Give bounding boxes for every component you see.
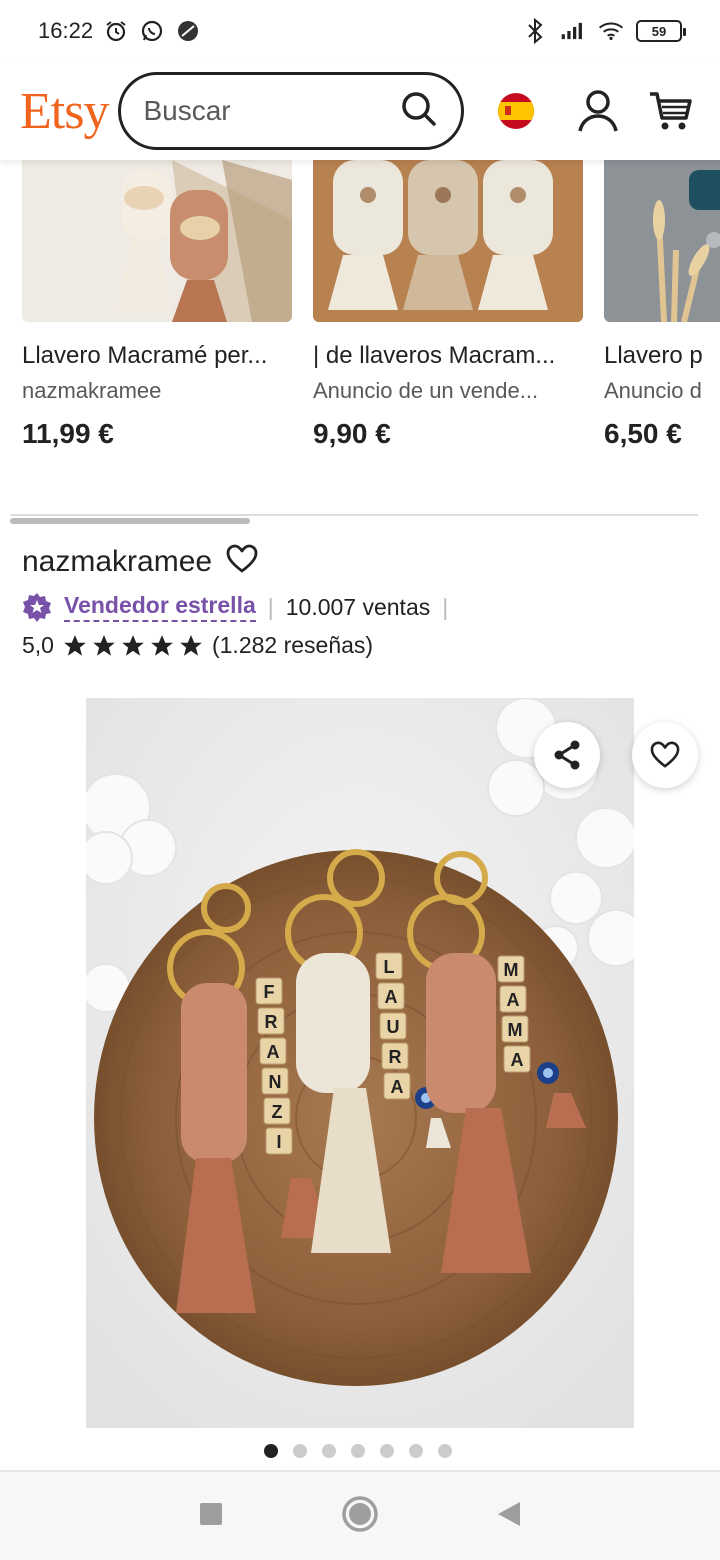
rating-stars [62, 633, 204, 659]
carousel-scrollbar[interactable] [10, 518, 250, 524]
svg-text:A: A [385, 987, 398, 1007]
listing-seller: Anuncio d [604, 378, 702, 403]
status-time: 16:22 [38, 18, 94, 43]
star-icon [151, 634, 173, 656]
separator: | [267, 593, 274, 620]
search-input[interactable]: Buscar [118, 72, 465, 150]
star-icon [93, 634, 115, 656]
pagination-dot[interactable] [293, 1444, 307, 1458]
svg-text:R: R [265, 1012, 278, 1032]
svg-text:F: F [264, 982, 275, 1002]
wifi-icon [598, 18, 624, 44]
pagination-dot[interactable] [409, 1444, 423, 1458]
listing-card[interactable]: Llavero p Anuncio d 6,50 € [604, 160, 720, 450]
listing-price: 11,99 € [22, 418, 114, 449]
svg-text:A: A [511, 1050, 524, 1070]
system-nav-bar [0, 1470, 720, 1560]
signal-icon [560, 18, 586, 44]
listing-card[interactable]: | de llaveros Macram... Anuncio de un ve… [313, 160, 583, 450]
home-button[interactable] [341, 1495, 379, 1538]
pagination-dot[interactable] [322, 1444, 336, 1458]
star-seller-link[interactable]: Vendedor estrella [64, 592, 256, 622]
recents-button[interactable] [198, 1501, 224, 1532]
alarm-icon [103, 18, 129, 44]
pagination-dot[interactable] [351, 1444, 365, 1458]
shop-header: nazmakramee [22, 544, 258, 579]
svg-text:L: L [384, 957, 395, 977]
listing-title[interactable]: Llavero p [604, 342, 720, 370]
listing-card[interactable]: Llavero Macramé per... nazmakramee 11,99… [22, 160, 292, 450]
svg-text:A: A [507, 990, 520, 1010]
account-icon[interactable] [570, 83, 626, 139]
listing-price: 6,50 € [604, 418, 682, 449]
app-header: Etsy Buscar [0, 62, 720, 160]
pagination-dot[interactable] [380, 1444, 394, 1458]
related-listings-carousel[interactable]: Llavero Macramé per... nazmakramee 11,99… [0, 160, 720, 480]
listing-image[interactable] [604, 160, 720, 322]
svg-text:R: R [389, 1047, 402, 1067]
pagination-dot-active[interactable] [264, 1444, 278, 1458]
star-seller-row: Vendedor estrella | 10.007 ventas | [22, 592, 448, 622]
svg-text:A: A [267, 1042, 280, 1062]
reviews-count[interactable]: (1.282 reseñas) [212, 632, 373, 659]
whatsapp-icon [139, 18, 165, 44]
carousel-scroll-track [10, 514, 698, 516]
share-button[interactable] [534, 722, 600, 788]
star-seller-badge-icon [22, 592, 52, 622]
share-icon [554, 740, 580, 770]
app-notification-icon [175, 18, 201, 44]
listing-image[interactable] [313, 160, 583, 322]
separator: | [442, 593, 449, 620]
battery-indicator: 59 [636, 20, 686, 42]
listing-price: 9,90 € [313, 418, 391, 449]
svg-text:A: A [391, 1077, 404, 1097]
star-icon [180, 634, 202, 656]
svg-text:N: N [269, 1072, 282, 1092]
svg-text:Z: Z [272, 1102, 283, 1122]
search-icon[interactable] [399, 89, 439, 134]
svg-text:U: U [387, 1017, 400, 1037]
rating-row[interactable]: 5,0 (1.282 reseñas) [22, 632, 373, 659]
listing-title[interactable]: | de llaveros Macram... [313, 342, 583, 370]
pagination-dot[interactable] [438, 1444, 452, 1458]
svg-text:M: M [504, 960, 519, 980]
listing-title[interactable]: Llavero Macramé per... [22, 342, 292, 370]
heart-icon [650, 741, 680, 768]
product-main-image[interactable]: FRA NZI LAU RA MAMA [86, 698, 634, 1428]
etsy-logo[interactable]: Etsy [20, 82, 109, 141]
spain-flag-icon[interactable] [488, 83, 544, 139]
status-bar: 16:22 59 [0, 0, 720, 62]
shop-name[interactable]: nazmakramee [22, 545, 212, 579]
cart-icon[interactable] [642, 83, 698, 139]
star-icon [64, 634, 86, 656]
sales-count: 10.007 ventas [285, 593, 431, 620]
star-icon [122, 634, 144, 656]
svg-text:I: I [276, 1132, 281, 1152]
listing-seller: nazmakramee [22, 378, 162, 403]
favorite-button[interactable] [632, 722, 698, 788]
listing-image[interactable] [22, 160, 292, 322]
favorite-shop-heart-icon[interactable] [226, 544, 258, 579]
search-placeholder: Buscar [143, 95, 231, 126]
back-button[interactable] [496, 1500, 522, 1533]
image-pagination-dots[interactable] [264, 1444, 452, 1458]
bluetooth-icon [522, 18, 548, 44]
listing-seller: Anuncio de un vende... [313, 378, 539, 403]
rating-value: 5,0 [22, 632, 54, 658]
svg-text:M: M [508, 1020, 523, 1040]
